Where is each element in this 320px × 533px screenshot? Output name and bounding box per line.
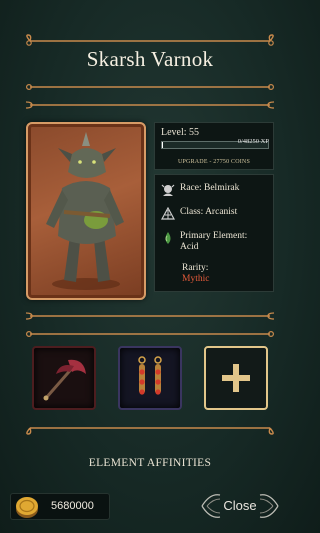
mid-ornament-2 (25, 330, 275, 338)
rarity-value: Mythic (182, 274, 210, 284)
xp-bar-fill (162, 142, 164, 148)
level-panel: Level: 55 0/48250 XP UPGRADE - 27750 COI… (154, 122, 274, 170)
character-portrait (26, 122, 146, 300)
top-ornament (26, 34, 274, 46)
coin-balance: 5680000 (10, 493, 110, 520)
coin-amount: 5680000 (51, 500, 94, 512)
close-button[interactable]: Close (198, 489, 282, 523)
earrings-icon (138, 356, 162, 395)
character-name: Skarsh Varnok (86, 47, 214, 71)
xp-text: 0/48250 XP (237, 138, 269, 145)
plus-icon (222, 364, 250, 392)
upgrade-button[interactable]: UPGRADE - 27750 COINS (155, 159, 273, 165)
rarity-label: Rarity: (182, 263, 209, 273)
character-figure (46, 132, 124, 290)
rarity-row: Rarity: Mythic (182, 263, 209, 285)
element-row: Primary Element: Acid (161, 231, 247, 253)
element-affinities-title: ELEMENT AFFINITIES (88, 457, 212, 469)
race-row: Race: Belmirak (161, 183, 239, 197)
axe-icon (43, 359, 86, 401)
close-label: Close (223, 498, 257, 513)
class-icon (161, 207, 175, 220)
element-value: Acid (180, 242, 199, 252)
title-ornament (25, 83, 275, 91)
acid-drop-icon (165, 232, 171, 244)
coin-icon (16, 497, 38, 518)
equipment-slot-add[interactable] (204, 346, 268, 410)
class-label: Class: Arcanist (180, 207, 238, 217)
mid-ornament-1 (25, 312, 275, 320)
bottom-ornament (26, 427, 274, 435)
equipment-slot-weapon[interactable] (32, 346, 96, 410)
character-info-panel: Race: Belmirak Class: Arcanist Primary E… (154, 174, 274, 292)
rarity-text: Rarity: Mythic (182, 263, 209, 285)
race-icon (161, 184, 175, 196)
header-ornament (25, 101, 275, 109)
element-text: Primary Element: Acid (180, 231, 247, 253)
class-row: Class: Arcanist (161, 207, 237, 221)
equipment-slot-accessory[interactable] (118, 346, 182, 410)
race-label: Race: Belmirak (180, 183, 240, 193)
element-label: Primary Element: (180, 231, 248, 241)
level-label: Level: 55 (161, 127, 200, 138)
